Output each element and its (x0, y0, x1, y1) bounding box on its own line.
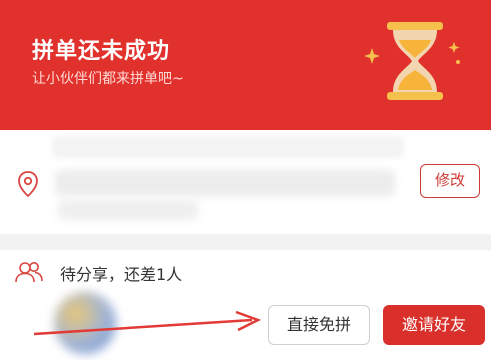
annotation-arrow (33, 310, 262, 336)
redacted-address-line (58, 200, 198, 220)
location-pin-icon (18, 171, 38, 198)
edit-address-button[interactable]: 修改 (420, 164, 480, 198)
people-icon (15, 262, 43, 283)
invite-friends-button[interactable]: 邀请好友 (383, 305, 485, 345)
banner-title: 拼单还未成功 (32, 39, 171, 64)
banner-subtitle: 让小伙伴们都来拼单吧~ (32, 71, 184, 87)
redacted-address-name (52, 136, 404, 158)
group-status-text: 待分享，还差1人 (60, 265, 183, 284)
redacted-address-line (55, 170, 395, 196)
hourglass-icon (364, 22, 460, 100)
section-divider (0, 234, 491, 250)
direct-free-group-button[interactable]: 直接免拼 (268, 305, 370, 345)
